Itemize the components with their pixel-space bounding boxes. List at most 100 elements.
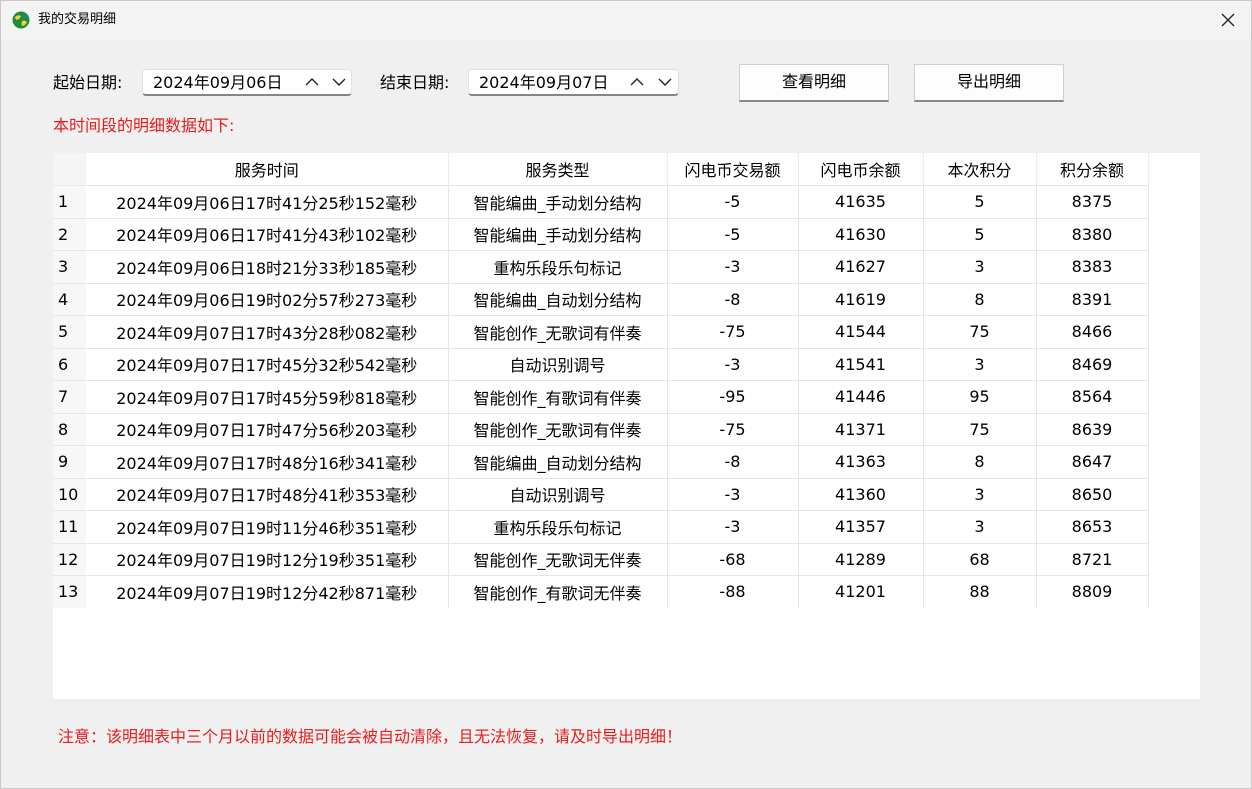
cell-coin-amount[interactable]: -3 bbox=[667, 347, 799, 381]
cell-points-balance[interactable]: 8721 bbox=[1036, 542, 1149, 576]
cell-service-type[interactable]: 智能编曲_自动划分结构 bbox=[448, 282, 668, 316]
column-header-coin-amount[interactable]: 闪电币交易额 bbox=[667, 153, 799, 186]
view-details-button[interactable]: 查看明细 bbox=[739, 64, 889, 102]
cell-service-time[interactable]: 2024年09月06日18时21分33秒185毫秒 bbox=[86, 250, 449, 283]
cell-service-time[interactable]: 2024年09月07日17时48分16秒341毫秒 bbox=[86, 445, 449, 478]
start-date-picker[interactable]: 2024年09月06日 bbox=[142, 69, 352, 96]
cell-points[interactable]: 95 bbox=[923, 380, 1037, 413]
table-row[interactable]: 2 2024年09月06日17时41分43秒102毫秒 智能编曲_手动划分结构 -5 4… bbox=[53, 217, 1149, 251]
cell-coin-amount[interactable]: -3 bbox=[667, 477, 799, 511]
cell-coin-balance[interactable]: 41357 bbox=[798, 510, 924, 543]
cell-service-type[interactable]: 智能编曲_手动划分结构 bbox=[448, 185, 668, 218]
cell-points[interactable]: 3 bbox=[923, 477, 1037, 511]
cell-points-balance[interactable]: 8383 bbox=[1036, 250, 1149, 283]
table-row[interactable]: 10 2024年09月07日17时48分41秒353毫秒 自动识别调号 -3 41360… bbox=[53, 477, 1149, 511]
row-number[interactable]: 8 bbox=[53, 412, 86, 446]
row-number[interactable]: 9 bbox=[53, 445, 86, 478]
cell-service-type[interactable]: 自动识别调号 bbox=[448, 347, 668, 381]
column-header-service-time[interactable]: 服务时间 bbox=[86, 153, 449, 186]
cell-coin-amount[interactable]: -75 bbox=[667, 412, 799, 446]
row-number[interactable]: 11 bbox=[53, 510, 86, 543]
chevron-up-icon[interactable] bbox=[628, 74, 646, 90]
cell-service-type[interactable]: 智能编曲_自动划分结构 bbox=[448, 445, 668, 478]
cell-coin-amount[interactable]: -8 bbox=[667, 282, 799, 316]
cell-service-time[interactable]: 2024年09月07日19时11分46秒351毫秒 bbox=[86, 510, 449, 543]
cell-service-time[interactable]: 2024年09月07日17时45分32秒542毫秒 bbox=[86, 347, 449, 381]
cell-points-balance[interactable]: 8375 bbox=[1036, 185, 1149, 218]
cell-points[interactable]: 75 bbox=[923, 315, 1037, 348]
cell-service-type[interactable]: 智能创作_有歌词有伴奏 bbox=[448, 380, 668, 413]
export-details-button[interactable]: 导出明细 bbox=[914, 64, 1064, 102]
cell-service-time[interactable]: 2024年09月07日19时12分42秒871毫秒 bbox=[86, 575, 449, 608]
cell-coin-amount[interactable]: -3 bbox=[667, 510, 799, 543]
table-row[interactable]: 8 2024年09月07日17时47分56秒203毫秒 智能创作_无歌词有伴奏 -75… bbox=[53, 412, 1149, 446]
cell-coin-balance[interactable]: 41371 bbox=[798, 412, 924, 446]
cell-coin-balance[interactable]: 41635 bbox=[798, 185, 924, 218]
cell-service-type[interactable]: 智能创作_无歌词有伴奏 bbox=[448, 412, 668, 446]
cell-service-type[interactable]: 重构乐段乐句标记 bbox=[448, 250, 668, 283]
column-header-points[interactable]: 本次积分 bbox=[923, 153, 1037, 186]
row-number[interactable]: 6 bbox=[53, 347, 86, 381]
cell-service-type[interactable]: 自动识别调号 bbox=[448, 477, 668, 511]
cell-coin-balance[interactable]: 41544 bbox=[798, 315, 924, 348]
cell-service-type[interactable]: 智能编曲_手动划分结构 bbox=[448, 217, 668, 251]
table-row[interactable]: 13 2024年09月07日19时12分42秒871毫秒 智能创作_有歌词无伴奏 -8… bbox=[53, 575, 1149, 608]
cell-points-balance[interactable]: 8466 bbox=[1036, 315, 1149, 348]
cell-coin-balance[interactable]: 41630 bbox=[798, 217, 924, 251]
chevron-up-icon[interactable] bbox=[303, 74, 321, 90]
cell-points[interactable]: 8 bbox=[923, 445, 1037, 478]
chevron-down-icon[interactable] bbox=[656, 74, 674, 90]
row-number[interactable]: 5 bbox=[53, 315, 86, 348]
cell-points-balance[interactable]: 8469 bbox=[1036, 347, 1149, 381]
cell-service-type[interactable]: 智能创作_无歌词无伴奏 bbox=[448, 542, 668, 576]
cell-coin-amount[interactable]: -8 bbox=[667, 445, 799, 478]
cell-points-balance[interactable]: 8391 bbox=[1036, 282, 1149, 316]
cell-points[interactable]: 88 bbox=[923, 575, 1037, 608]
cell-service-time[interactable]: 2024年09月07日17时43分28秒082毫秒 bbox=[86, 315, 449, 348]
cell-service-time[interactable]: 2024年09月06日17时41分25秒152毫秒 bbox=[86, 185, 449, 218]
close-button[interactable] bbox=[1205, 1, 1251, 39]
cell-points-balance[interactable]: 8639 bbox=[1036, 412, 1149, 446]
table-row[interactable]: 9 2024年09月07日17时48分16秒341毫秒 智能编曲_自动划分结构 -8 4… bbox=[53, 445, 1149, 478]
cell-coin-balance[interactable]: 41627 bbox=[798, 250, 924, 283]
chevron-down-icon[interactable] bbox=[330, 74, 348, 90]
cell-service-time[interactable]: 2024年09月07日19时12分19秒351毫秒 bbox=[86, 542, 449, 576]
title-bar[interactable]: 我的交易明细 bbox=[1, 1, 1251, 39]
table-row[interactable]: 3 2024年09月06日18时21分33秒185毫秒 重构乐段乐句标记 -3 4162… bbox=[53, 250, 1149, 283]
cell-points-balance[interactable]: 8650 bbox=[1036, 477, 1149, 511]
cell-coin-amount[interactable]: -88 bbox=[667, 575, 799, 608]
cell-points[interactable]: 3 bbox=[923, 250, 1037, 283]
column-header-points-balance[interactable]: 积分余额 bbox=[1036, 153, 1149, 186]
column-header-coin-balance[interactable]: 闪电币余额 bbox=[798, 153, 924, 186]
row-number[interactable]: 3 bbox=[53, 250, 86, 283]
cell-points[interactable]: 3 bbox=[923, 347, 1037, 381]
cell-points-balance[interactable]: 8380 bbox=[1036, 217, 1149, 251]
cell-points-balance[interactable]: 8647 bbox=[1036, 445, 1149, 478]
row-number[interactable]: 12 bbox=[53, 542, 86, 576]
cell-coin-amount[interactable]: -68 bbox=[667, 542, 799, 576]
row-number[interactable]: 4 bbox=[53, 282, 86, 316]
row-number[interactable]: 7 bbox=[53, 380, 86, 413]
cell-points[interactable]: 5 bbox=[923, 185, 1037, 218]
row-number[interactable]: 2 bbox=[53, 217, 86, 251]
cell-coin-amount[interactable]: -95 bbox=[667, 380, 799, 413]
cell-coin-balance[interactable]: 41541 bbox=[798, 347, 924, 381]
table-row[interactable]: 1 2024年09月06日17时41分25秒152毫秒 智能编曲_手动划分结构 -5 4… bbox=[53, 185, 1149, 218]
table-row[interactable]: 11 2024年09月07日19时11分46秒351毫秒 重构乐段乐句标记 -3 413… bbox=[53, 510, 1149, 543]
cell-coin-balance[interactable]: 41619 bbox=[798, 282, 924, 316]
cell-coin-balance[interactable]: 41363 bbox=[798, 445, 924, 478]
end-date-picker[interactable]: 2024年09月07日 bbox=[468, 69, 679, 96]
cell-points-balance[interactable]: 8653 bbox=[1036, 510, 1149, 543]
cell-service-time[interactable]: 2024年09月07日17时48分41秒353毫秒 bbox=[86, 477, 449, 511]
transaction-table[interactable]: 服务时间 服务类型 闪电币交易额 闪电币余额 本次积分 积分余额 1 2024年0… bbox=[53, 153, 1200, 699]
table-row[interactable]: 6 2024年09月07日17时45分32秒542毫秒 自动识别调号 -3 41541 3… bbox=[53, 347, 1149, 381]
cell-service-time[interactable]: 2024年09月07日17时47分56秒203毫秒 bbox=[86, 412, 449, 446]
row-number[interactable]: 10 bbox=[53, 477, 86, 511]
cell-points[interactable]: 75 bbox=[923, 412, 1037, 446]
table-row[interactable]: 7 2024年09月07日17时45分59秒818毫秒 智能创作_有歌词有伴奏 -95… bbox=[53, 380, 1149, 413]
cell-coin-balance[interactable]: 41446 bbox=[798, 380, 924, 413]
cell-service-time[interactable]: 2024年09月07日17时45分59秒818毫秒 bbox=[86, 380, 449, 413]
table-row[interactable]: 5 2024年09月07日17时43分28秒082毫秒 智能创作_无歌词有伴奏 -75… bbox=[53, 315, 1149, 348]
cell-service-time[interactable]: 2024年09月06日17时41分43秒102毫秒 bbox=[86, 217, 449, 251]
cell-points[interactable]: 8 bbox=[923, 282, 1037, 316]
